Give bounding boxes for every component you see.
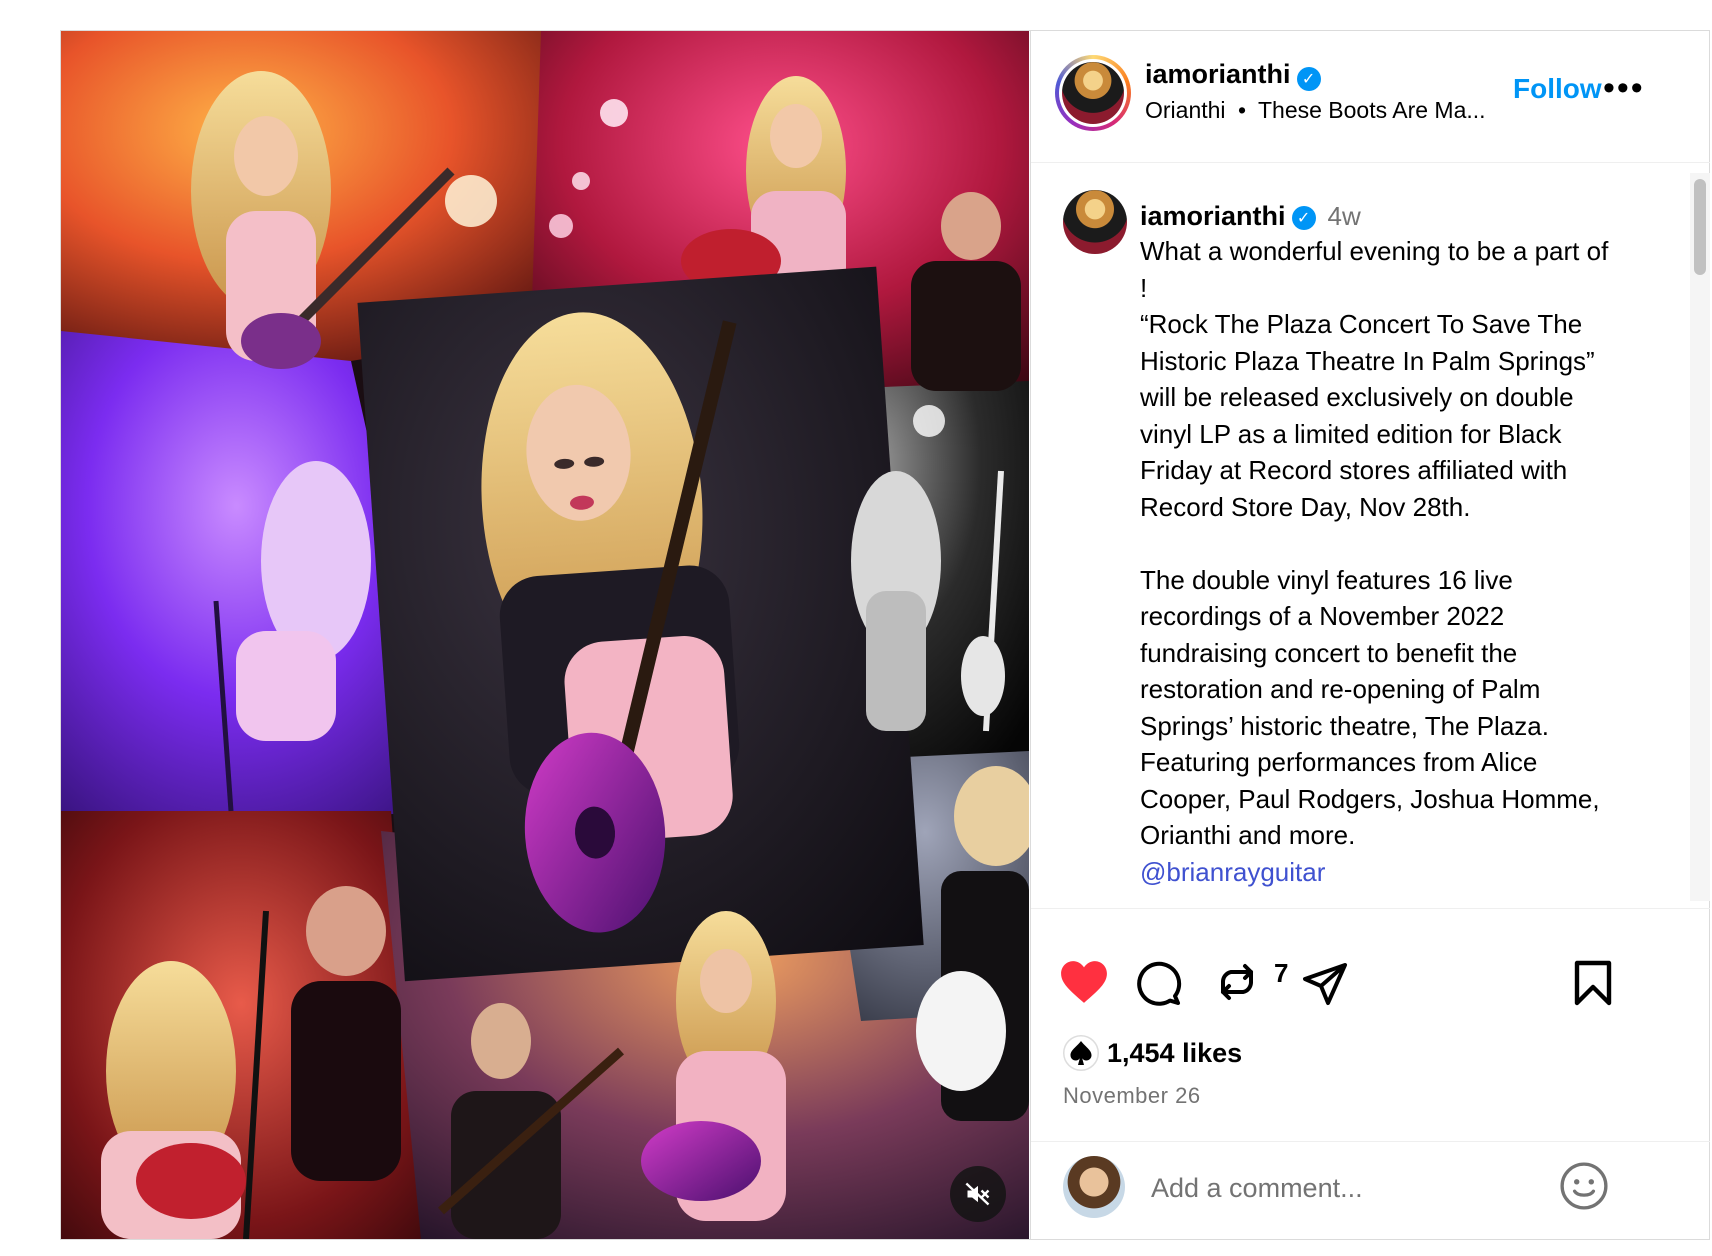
emoji-icon [1560,1162,1608,1210]
caption-paragraph-1: What a wonderful evening to be a part of… [1140,236,1609,522]
verified-icon: ✓ [1296,66,1321,91]
repost-icon [1221,964,1253,1000]
liker-avatar-icon [1063,1035,1099,1071]
comment-bar [1031,1141,1710,1240]
post-header: iamorianthi ✓ Orianthi • These Boots Are … [1031,31,1710,163]
save-button[interactable] [1571,959,1615,1012]
post-card: iamorianthi ✓ Orianthi • These Boots Are … [60,30,1710,1240]
scrollbar-thumb[interactable] [1694,179,1706,275]
author-username[interactable]: iamorianthi [1145,59,1291,89]
caption-text: What a wonderful evening to be a part of… [1140,233,1610,890]
post-age[interactable]: 4w [1328,201,1361,231]
mention-link[interactable]: @brianrayguitar [1140,857,1325,887]
audio-link[interactable]: These Boots Are Ma... [1258,97,1486,123]
subline-separator: • [1237,97,1246,123]
mute-icon [965,1182,990,1206]
like-button[interactable] [1059,959,1109,1010]
likes-count[interactable]: 1,454 likes [1107,1038,1242,1069]
post-side-panel: iamorianthi ✓ Orianthi • These Boots Are … [1030,31,1710,1239]
author-avatar[interactable] [1055,55,1131,131]
author-name[interactable]: Orianthi [1145,97,1226,123]
follow-button[interactable]: Follow [1513,73,1602,105]
comment-input[interactable] [1149,1167,1583,1209]
post-media[interactable] [61,31,1029,1239]
heart-icon [1061,961,1107,1003]
caption-username[interactable]: iamorianthi [1140,201,1286,231]
author-subline: Orianthi • These Boots Are Ma... [1145,97,1486,124]
comment-icon [1137,961,1182,1006]
more-icon: ••• [1603,69,1645,107]
likes-row[interactable]: 1,454 likes [1063,1035,1242,1071]
share-button[interactable] [1301,959,1349,1012]
caption-scrollbar[interactable] [1690,173,1710,901]
repost-button[interactable] [1213,957,1261,1012]
caption-header: iamorianthi ✓ 4w [1140,201,1361,232]
emoji-button[interactable] [1559,1161,1609,1216]
more-options-button[interactable]: ••• [1603,69,1645,108]
author-avatar-image [1062,62,1124,124]
repost-count: 7 [1274,958,1289,988]
caption-paragraph-2: The double vinyl features 16 live record… [1140,564,1600,851]
verified-icon: ✓ [1291,205,1316,230]
caption-avatar[interactable] [1063,190,1127,254]
comment-button[interactable] [1134,959,1182,1012]
viewer-avatar [1063,1156,1125,1218]
author-info: iamorianthi ✓ [1145,59,1321,91]
caption-section[interactable]: iamorianthi ✓ 4w What a wonderful evening … [1031,163,1710,909]
bookmark-icon [1574,960,1612,1006]
concert-collage-image [61,31,1029,1239]
share-icon [1303,963,1347,1005]
mute-button[interactable] [950,1166,1006,1222]
post-date[interactable]: November 26 [1063,1083,1201,1109]
